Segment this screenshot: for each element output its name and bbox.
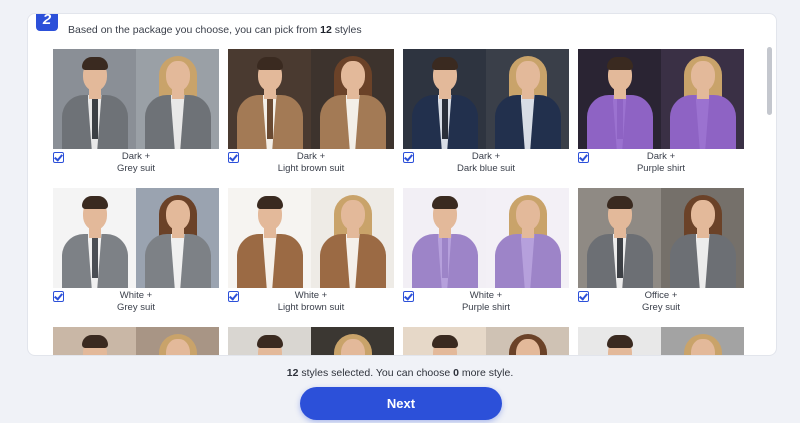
- style-label-line1: Office +: [644, 290, 678, 301]
- style-photo: [578, 49, 744, 149]
- style-selection-card: 2 Based on the package you choose, you c…: [27, 13, 777, 356]
- style-photo: [403, 49, 569, 149]
- style-label-line1: Dark +: [646, 151, 676, 162]
- female-portrait: [136, 188, 219, 288]
- style-label-line2: Purple shirt: [636, 163, 686, 174]
- style-photo: [228, 327, 394, 355]
- male-portrait: [53, 188, 136, 288]
- style-label-line2: Dark blue suit: [456, 163, 516, 174]
- style-label: Office + Grey suit: [578, 290, 744, 314]
- style-photo: [228, 188, 394, 288]
- style-label-line1: White +: [469, 290, 503, 301]
- style-option[interactable]: Dark + Dark blue suit: [403, 49, 569, 174]
- style-label: Dark + Grey suit: [53, 151, 219, 175]
- female-portrait: [136, 49, 219, 149]
- style-grid: Dark + Grey suit Dark + Light brown suit Dar…: [53, 49, 753, 355]
- style-label: Dark + Purple shirt: [578, 151, 744, 175]
- next-button[interactable]: Next: [300, 387, 502, 420]
- style-label-line1: Dark +: [471, 151, 501, 162]
- male-portrait: [228, 327, 311, 355]
- intro-count: 12: [320, 24, 332, 36]
- style-photo: [53, 327, 219, 355]
- style-label: Dark + Dark blue suit: [403, 151, 569, 175]
- female-portrait: [136, 327, 219, 355]
- female-portrait: [486, 327, 569, 355]
- female-portrait: [661, 49, 744, 149]
- female-portrait: [486, 49, 569, 149]
- style-label-line1: Dark +: [121, 151, 151, 162]
- style-option[interactable]: Dark + Grey suit: [53, 49, 219, 174]
- status-middle: styles selected. You can choose: [298, 367, 454, 379]
- intro-text: Based on the package you choose, you can…: [68, 24, 362, 36]
- female-portrait: [311, 188, 394, 288]
- female-portrait: [661, 188, 744, 288]
- male-portrait: [228, 49, 311, 149]
- male-portrait: [403, 49, 486, 149]
- female-portrait: [486, 188, 569, 288]
- style-option[interactable]: Dark + Light brown suit: [228, 49, 394, 174]
- style-photo: [53, 188, 219, 288]
- style-option[interactable]: White + Light brown suit: [228, 188, 394, 313]
- style-option[interactable]: White + Purple shirt: [403, 188, 569, 313]
- step-badge: 2: [36, 14, 58, 31]
- style-label-line2: Purple shirt: [461, 302, 511, 313]
- style-label-line2: Light brown suit: [277, 302, 345, 313]
- style-label-line1: White +: [294, 290, 328, 301]
- male-portrait: [53, 327, 136, 355]
- male-portrait: [53, 49, 136, 149]
- female-portrait: [661, 327, 744, 355]
- intro-prefix: Based on the package you choose, you can…: [68, 24, 321, 36]
- style-photo: [53, 49, 219, 149]
- style-option[interactable]: Office + Grey suit: [578, 188, 744, 313]
- style-option[interactable]: Dark + Purple shirt: [578, 49, 744, 174]
- selection-status: 12 styles selected. You can choose 0 mor…: [0, 367, 800, 379]
- male-portrait: [228, 188, 311, 288]
- style-label-line2: Light brown suit: [277, 163, 345, 174]
- female-portrait: [311, 327, 394, 355]
- style-option[interactable]: [53, 327, 219, 355]
- style-label-line1: White +: [119, 290, 153, 301]
- style-photo: [228, 49, 394, 149]
- style-label: White + Purple shirt: [403, 290, 569, 314]
- style-label-line2: Grey suit: [116, 163, 155, 174]
- male-portrait: [403, 327, 486, 355]
- selected-count: 12: [286, 367, 299, 379]
- male-portrait: [578, 49, 661, 149]
- style-photo: [578, 327, 744, 355]
- style-photo: [403, 327, 569, 355]
- status-suffix: more style.: [458, 367, 514, 379]
- style-label: Dark + Light brown suit: [228, 151, 394, 175]
- style-option[interactable]: White + Grey suit: [53, 188, 219, 313]
- intro-suffix: styles: [331, 24, 362, 36]
- female-portrait: [311, 49, 394, 149]
- male-portrait: [403, 188, 486, 288]
- style-photo: [403, 188, 569, 288]
- style-label: White + Grey suit: [53, 290, 219, 314]
- style-label-line2: Grey suit: [641, 302, 680, 313]
- scrollbar-thumb[interactable]: [767, 47, 772, 115]
- style-photo: [578, 188, 744, 288]
- style-option[interactable]: [403, 327, 569, 355]
- style-label-line2: Grey suit: [116, 302, 155, 313]
- male-portrait: [578, 188, 661, 288]
- style-label-line1: Dark +: [296, 151, 326, 162]
- style-option[interactable]: [228, 327, 394, 355]
- male-portrait: [578, 327, 661, 355]
- style-label: White + Light brown suit: [228, 290, 394, 314]
- style-option[interactable]: [578, 327, 744, 355]
